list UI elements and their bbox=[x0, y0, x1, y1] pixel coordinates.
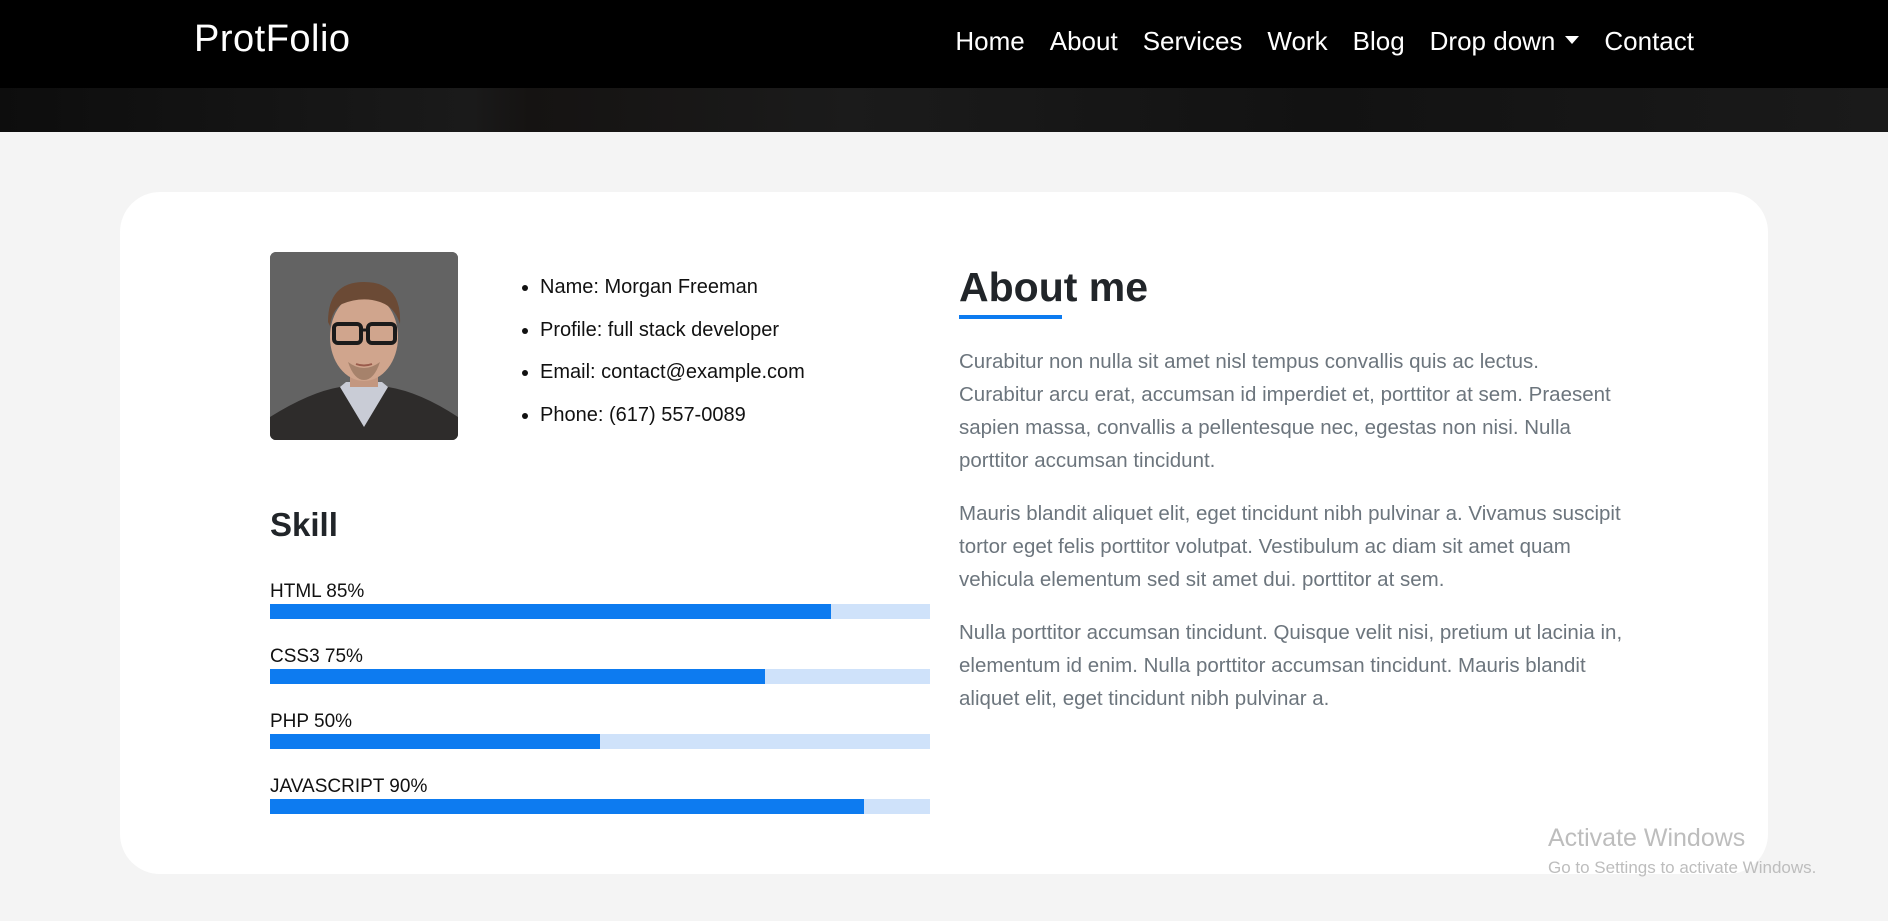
about-paragraph: Nulla porttitor accumsan tincidunt. Quis… bbox=[959, 621, 1623, 710]
navbar: ProtFolio Home About Services Work Blog … bbox=[0, 0, 1888, 88]
progress-track bbox=[270, 734, 930, 749]
nav-home[interactable]: Home bbox=[955, 26, 1024, 57]
skill-javascript: JAVASCRIPT 90% bbox=[270, 775, 930, 814]
about-paragraph: Curabitur non nulla sit amet nisl tempus… bbox=[959, 350, 1611, 472]
progress-track bbox=[270, 604, 930, 619]
profile-avatar bbox=[270, 252, 458, 440]
activation-watermark-title: Activate Windows bbox=[1548, 824, 1746, 852]
about-paragraph: Mauris blandit aliquet elit, eget tincid… bbox=[959, 502, 1621, 591]
profile-info-list: Name: Morgan Freeman Profile: full stack… bbox=[515, 270, 805, 440]
skill-php: PHP 50% bbox=[270, 710, 930, 749]
about-heading: About me bbox=[959, 264, 1149, 310]
nav-contact[interactable]: Contact bbox=[1604, 26, 1694, 57]
progress-fill bbox=[270, 799, 864, 814]
progress-fill bbox=[270, 604, 831, 619]
progress-fill bbox=[270, 734, 600, 749]
activation-watermark-subtitle: Go to Settings to activate Windows. bbox=[1548, 858, 1817, 877]
info-email: Email: contact@example.com bbox=[540, 355, 805, 398]
nav-dropdown-label: Drop down bbox=[1429, 26, 1556, 56]
caret-down-icon bbox=[1565, 36, 1580, 45]
skill-css3: CSS3 75% bbox=[270, 645, 930, 684]
nav-dropdown[interactable]: Drop down bbox=[1430, 26, 1580, 57]
nav-about[interactable]: About bbox=[1050, 26, 1118, 57]
progress-track bbox=[270, 669, 930, 684]
heading-underline bbox=[959, 315, 1062, 319]
skill-label: CSS3 75% bbox=[270, 646, 363, 667]
portrait-image bbox=[270, 252, 458, 440]
brand-logo[interactable]: ProtFolio bbox=[194, 18, 351, 61]
info-name: Name: Morgan Freeman bbox=[540, 270, 805, 313]
skill-html: HTML 85% bbox=[270, 580, 930, 619]
skill-heading: Skill bbox=[270, 506, 338, 543]
progress-track bbox=[270, 799, 930, 814]
nav-services[interactable]: Services bbox=[1143, 26, 1243, 57]
skill-label: PHP 50% bbox=[270, 711, 353, 732]
skill-label: HTML 85% bbox=[270, 581, 365, 602]
nav-blog[interactable]: Blog bbox=[1353, 26, 1405, 57]
info-phone: Phone: (617) 557-0089 bbox=[540, 398, 805, 441]
nav-work[interactable]: Work bbox=[1267, 26, 1327, 57]
info-profile: Profile: full stack developer bbox=[540, 313, 805, 356]
skill-label: JAVASCRIPT 90% bbox=[270, 776, 428, 797]
progress-fill bbox=[270, 669, 765, 684]
nav-links: Home About Services Work Blog Drop down … bbox=[955, 26, 1694, 57]
